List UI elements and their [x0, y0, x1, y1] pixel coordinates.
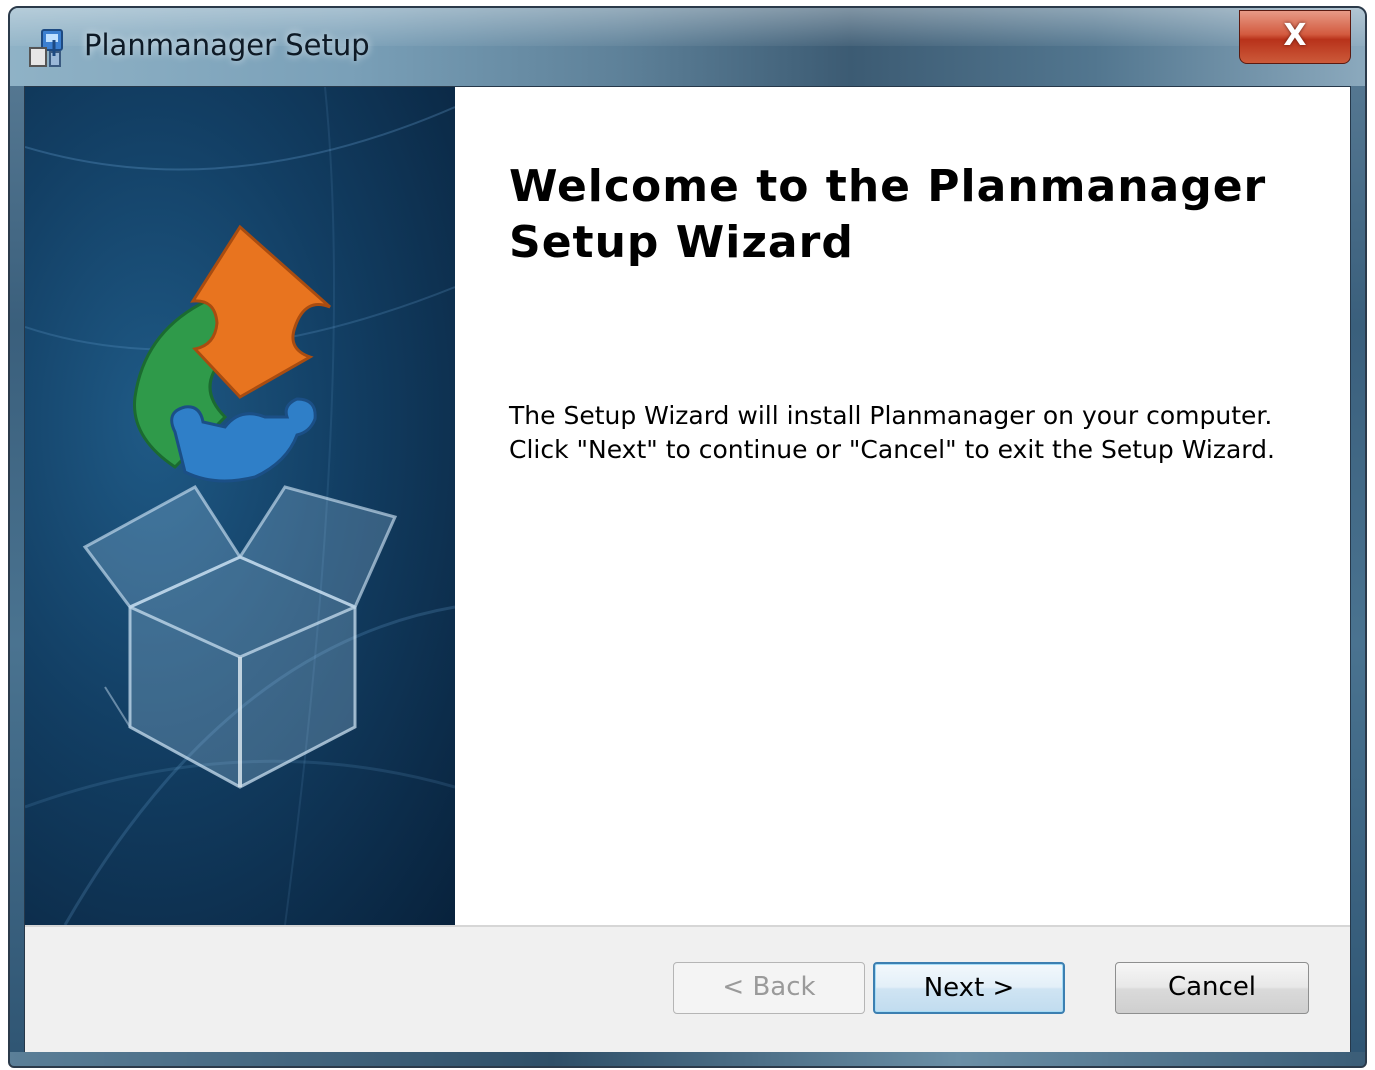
window-bottom-border — [10, 1052, 1365, 1066]
wizard-button-bar: < Back Next > Cancel — [25, 925, 1350, 1053]
welcome-description: The Setup Wizard will install Planmanage… — [509, 399, 1329, 467]
welcome-heading-line2: Setup Wizard — [509, 217, 854, 268]
welcome-heading-line1: Welcome to the Planmanager — [509, 161, 1267, 212]
wizard-banner — [25, 87, 455, 925]
back-button[interactable]: < Back — [673, 962, 865, 1014]
cancel-button[interactable]: Cancel — [1115, 962, 1309, 1014]
description-line1: The Setup Wizard will install Planmanage… — [509, 401, 1273, 430]
close-button[interactable]: X — [1239, 10, 1351, 64]
setup-box-puzzle-icon — [25, 87, 455, 925]
description-line2: Click "Next" to continue or "Cancel" to … — [509, 435, 1275, 464]
wizard-client-area: Welcome to the Planmanager Setup Wizard … — [24, 86, 1351, 1054]
setup-window: Planmanager Setup X Welcome to the Planm… — [8, 6, 1367, 1068]
next-button[interactable]: Next > — [873, 962, 1065, 1014]
welcome-heading: Welcome to the Planmanager Setup Wizard — [509, 159, 1309, 271]
window-title: Planmanager Setup — [84, 28, 370, 62]
title-bar[interactable]: Planmanager Setup X — [10, 8, 1365, 86]
installer-icon — [29, 29, 63, 67]
